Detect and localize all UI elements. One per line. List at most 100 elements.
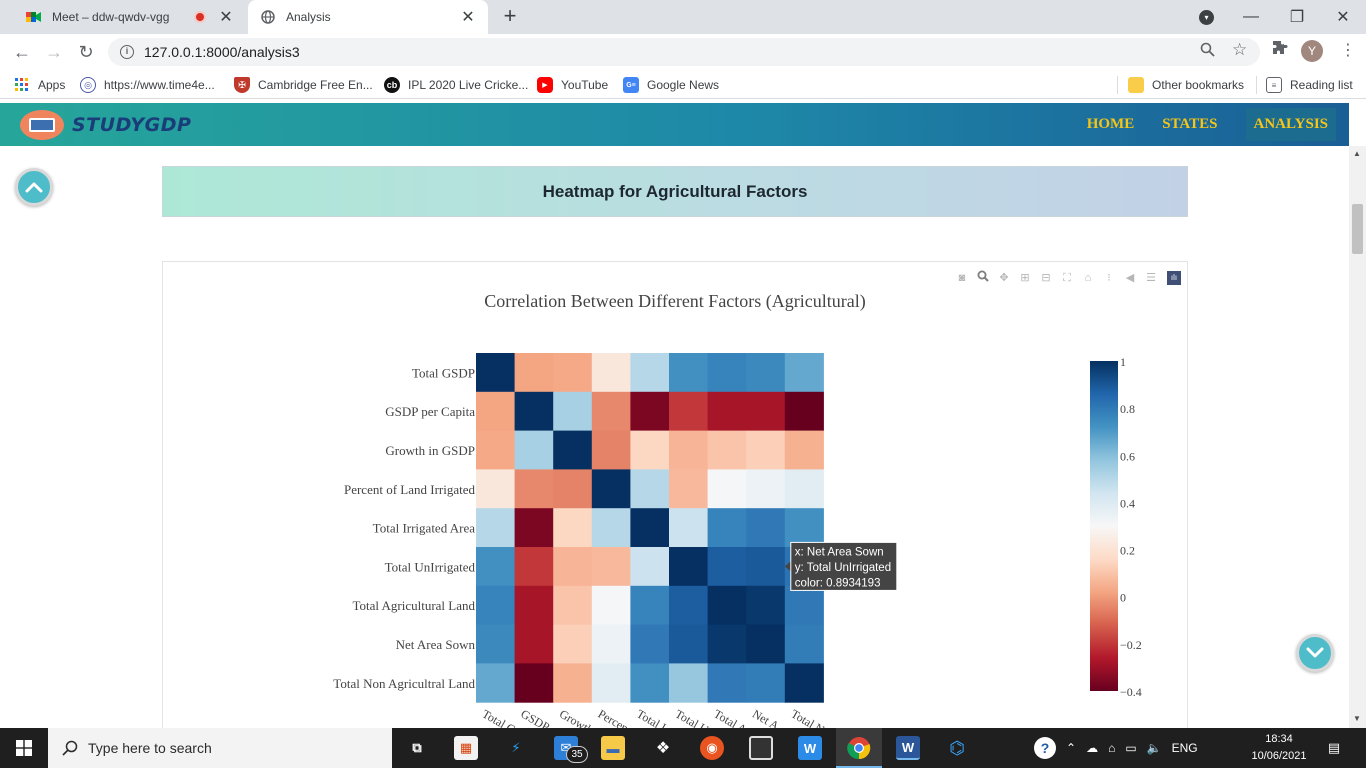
heatmap-cell[interactable] [553,585,593,626]
heatmap-cell[interactable] [630,624,670,664]
scrollbar-thumb[interactable] [1352,204,1363,254]
wps-writer-icon[interactable]: W [798,736,822,760]
scroll-down-button[interactable] [1296,634,1334,672]
language-indicator[interactable]: ENG [1172,741,1198,755]
heatmap-cell[interactable] [553,624,593,664]
heatmap-cell[interactable] [591,547,631,587]
scroll-down-arrow-icon[interactable]: ▼ [1353,714,1361,723]
profile-avatar[interactable]: Y [1301,40,1323,62]
reading-list-button[interactable]: ≡ Reading list [1266,76,1353,94]
heatmap-cell[interactable] [669,469,709,509]
heatmap-cell[interactable] [784,585,824,626]
heatmap-cell[interactable] [707,353,747,393]
heatmap-cell[interactable] [669,391,709,432]
taskbar-clock[interactable]: 18:34 10/06/2021 [1248,731,1310,765]
heatmap-cell[interactable] [553,391,593,432]
heatmap-cell[interactable] [630,663,670,703]
heatmap-cell[interactable] [591,469,631,509]
tab-meet[interactable]: Meet – ddw-qwdv-vgg ✕ [14,0,246,34]
heatmap-cell[interactable] [476,391,516,432]
heatmap-cell[interactable] [746,663,786,703]
heatmap-cell[interactable] [784,353,824,393]
heatmap-cell[interactable] [591,624,631,664]
bookmark-ipl[interactable]: cb IPL 2020 Live Cricke... [384,76,528,94]
close-tab-icon[interactable]: ✕ [460,7,476,27]
heatmap-cells[interactable] [476,353,824,703]
heatmap-cell[interactable] [514,353,554,393]
heatmap-cell[interactable] [553,663,593,703]
microsoft-word-icon[interactable]: W [896,736,920,760]
heatmap-cell[interactable] [784,469,824,509]
site-info-icon[interactable]: i [120,45,134,59]
heatmap-cell[interactable] [746,624,786,664]
heatmap-cell[interactable] [476,508,516,548]
windows-start-icon[interactable] [0,728,48,768]
heatmap-cell[interactable] [476,353,516,393]
reload-icon[interactable]: ↻ [74,40,98,64]
terminal-window-icon[interactable] [749,736,773,760]
heatmap-cell[interactable] [784,624,824,664]
heatmap-cell[interactable] [476,547,516,587]
heatmap-cell[interactable] [707,508,747,548]
bookmark-cambridge[interactable]: ✠ Cambridge Free En... [234,76,373,94]
heatmap-cell[interactable] [591,508,631,548]
nav-home[interactable]: HOME [1087,116,1163,133]
help-icon[interactable]: ? [1034,737,1056,759]
tab-search-icon[interactable]: ▾ [1199,10,1214,25]
heatmap-cell[interactable] [553,353,593,393]
network-icon[interactable]: ⌂ [1108,741,1115,755]
heatmap-cell[interactable] [591,585,631,626]
heatmap-cell[interactable] [746,353,786,393]
zoom-icon[interactable] [1200,42,1215,61]
heatmap-cell[interactable] [707,547,747,587]
chevron-up-icon[interactable]: ⌃ [1066,741,1076,755]
site-logo[interactable]: STUDYGDP [20,110,191,140]
heatmap-cell[interactable] [630,353,670,393]
heatmap-cell[interactable] [746,469,786,509]
vscode-icon[interactable]: ⌬ [945,736,969,760]
heatmap-cell[interactable] [669,663,709,703]
bookmark-google-news[interactable]: G≡ Google News [623,76,719,94]
forward-icon[interactable]: → [42,40,66,64]
heatmap-cell[interactable] [746,585,786,626]
heatmap-cell[interactable] [553,430,593,470]
address-bar[interactable]: i 127.0.0.1:8000/analysis3 [108,38,1260,66]
heatmap-cell[interactable] [553,469,593,509]
heatmap-cell[interactable] [784,508,824,548]
bookmark-youtube[interactable]: ▶ YouTube [537,76,608,94]
heatmap-cell[interactable] [476,469,516,509]
heatmap-cell[interactable] [514,547,554,587]
chrome-taskbar-slot[interactable] [836,728,882,768]
tab-analysis[interactable]: Analysis ✕ [248,0,488,34]
taskbar-search[interactable]: Type here to search [48,728,392,768]
heatmap-cell[interactable] [476,585,516,626]
heatmap-cell[interactable] [514,469,554,509]
volume-icon[interactable]: 🔈 [1147,741,1162,755]
heatmap-cell[interactable] [630,430,670,470]
nav-states[interactable]: STATES [1162,116,1245,133]
heatmap-cell[interactable] [669,353,709,393]
heatmap-cell[interactable] [630,585,670,626]
heatmap-cell[interactable] [514,391,554,432]
heatmap-cell[interactable] [669,585,709,626]
browser-menu-icon[interactable]: ⋮ [1340,40,1356,60]
heatmap-cell[interactable] [669,430,709,470]
heatmap-cell[interactable] [591,391,631,432]
heatmap-cell[interactable] [514,508,554,548]
heatmap-cell[interactable] [630,508,670,548]
bookmark-time4e[interactable]: ◎ https://www.time4e... [80,76,215,94]
heatmap-cell[interactable] [514,430,554,470]
heatmap-cell[interactable] [669,508,709,548]
scroll-up-arrow-icon[interactable]: ▲ [1353,149,1361,158]
task-view-icon[interactable]: ⧉ [405,736,429,760]
heatmap-cell[interactable] [784,663,824,703]
minimize-icon[interactable]: — [1228,0,1274,34]
file-explorer-icon[interactable]: ▬ [601,736,625,760]
new-tab-button[interactable]: + [498,5,522,29]
heatmap-cell[interactable] [553,508,593,548]
heatmap-cell[interactable] [707,585,747,626]
heatmap-cell[interactable] [707,469,747,509]
heatmap-cell[interactable] [746,508,786,548]
heatmap-cell[interactable] [746,391,786,432]
heatmap-cell[interactable] [669,624,709,664]
